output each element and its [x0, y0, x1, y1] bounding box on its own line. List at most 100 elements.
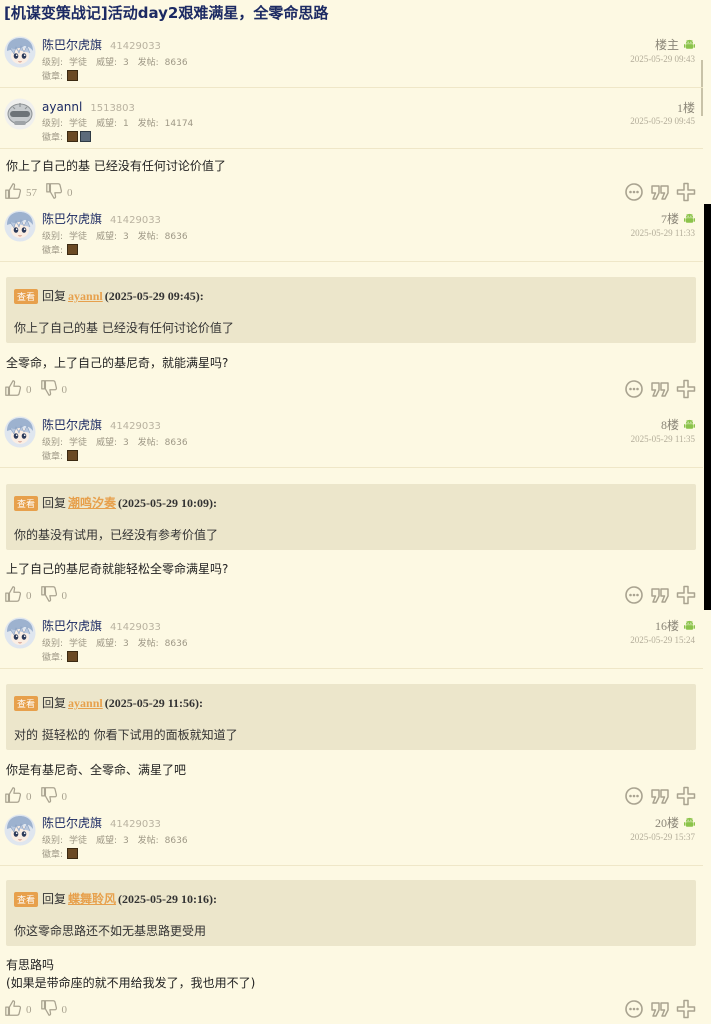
- post-actions: 57 0: [4, 182, 696, 202]
- quoted-user-link[interactable]: ayannl: [68, 696, 103, 710]
- thumbs-up-icon[interactable]: [4, 999, 22, 1017]
- floor-label: 1楼: [676, 101, 695, 115]
- user-avatar[interactable]: [4, 36, 36, 68]
- user-id: 41429033: [110, 622, 161, 633]
- quote-icon[interactable]: [650, 182, 670, 202]
- user-medals: 徽章:: [42, 650, 79, 663]
- user-stats: 级别: 学徒 威望: 1 发帖: 14174: [42, 119, 194, 129]
- post-floor-1: ayannl 1513803 级别: 学徒 威望: 1 发帖: 14174 徽章: 1楼…: [0, 90, 703, 149]
- add-icon[interactable]: [676, 182, 696, 202]
- medal-icon[interactable]: [67, 848, 79, 859]
- quoted-user-link[interactable]: 蝶舞聆风: [68, 892, 116, 906]
- floor-label: 7楼: [661, 210, 695, 227]
- quote-box: 查看 回复 ayannl (2025-05-29 11:56): 对的 挺轻松的 你看…: [6, 684, 696, 750]
- thumbs-down-icon[interactable]: [40, 379, 58, 397]
- floor-label: 20楼: [655, 814, 695, 831]
- thumbs-up-icon[interactable]: [4, 585, 22, 603]
- dislike-count: 0: [61, 590, 68, 602]
- thumbs-up-icon[interactable]: [4, 379, 22, 397]
- view-tag[interactable]: 查看: [14, 892, 39, 907]
- add-icon[interactable]: [676, 585, 696, 605]
- floor-label: 8楼: [661, 416, 695, 433]
- post-content: 你是有基尼奇、全零命、满星了吧: [6, 763, 187, 777]
- user-avatar[interactable]: [4, 814, 36, 846]
- more-icon[interactable]: [624, 999, 644, 1019]
- user-avatar[interactable]: [4, 416, 36, 448]
- add-icon[interactable]: [676, 999, 696, 1019]
- thumbs-down-icon[interactable]: [40, 786, 58, 804]
- user-stats: 级别: 学徒 威望: 3 发帖: 8636: [42, 232, 188, 242]
- post-floor-16: 陈巴尔虎旗 41429033 级别: 学徒 威望: 3 发帖: 8636 徽章: 16楼…: [0, 611, 703, 669]
- quote-box: 查看 回复 蝶舞聆风 (2025-05-29 10:16): 你这零命思路还不如无基思…: [6, 880, 696, 946]
- username[interactable]: 陈巴尔虎旗: [42, 418, 102, 432]
- more-icon[interactable]: [624, 585, 644, 605]
- username[interactable]: 陈巴尔虎旗: [42, 619, 102, 633]
- medal-icon[interactable]: [67, 131, 79, 142]
- quote-icon[interactable]: [650, 999, 670, 1019]
- user-stats: 级别: 学徒 威望: 3 发帖: 8636: [42, 836, 188, 846]
- user-medals: 徽章:: [42, 69, 79, 82]
- post-actions: 00: [4, 585, 696, 605]
- quote-time: (2025-05-29 10:09):: [118, 496, 218, 510]
- post-op: 陈巴尔虎旗 41429033 级别: 学徒 威望: 3 发帖: 8636 徽章: 楼主 …: [0, 30, 703, 88]
- thumbs-up-icon[interactable]: [4, 786, 22, 804]
- medal-icon[interactable]: [80, 131, 92, 142]
- add-icon[interactable]: [676, 786, 696, 806]
- user-avatar[interactable]: [4, 617, 36, 649]
- username[interactable]: ayannl: [42, 100, 82, 114]
- post-floor-7: 陈巴尔虎旗 41429033 级别: 学徒 威望: 3 发帖: 8636 徽章: 7楼 …: [0, 204, 703, 262]
- user-avatar[interactable]: [4, 210, 36, 242]
- post-content: 全零命，上了自己的基尼奇，就能满星吗?: [6, 356, 229, 370]
- android-icon: [684, 620, 695, 631]
- user-id: 41429033: [110, 41, 161, 52]
- dislike-count: 0: [61, 384, 68, 396]
- quote-time: (2025-05-29 10:16):: [118, 892, 218, 906]
- quote-icon[interactable]: [650, 786, 670, 806]
- more-icon[interactable]: [624, 182, 644, 202]
- medal-icon[interactable]: [67, 651, 79, 662]
- username[interactable]: 陈巴尔虎旗: [42, 38, 102, 52]
- post-content-line-2: (如果是带命座的就不用给我发了，我也用不了): [6, 976, 256, 990]
- scrollbar-thumb[interactable]: [704, 204, 711, 610]
- quote-icon[interactable]: [650, 379, 670, 399]
- view-tag[interactable]: 查看: [14, 289, 39, 304]
- post-time: 2025-05-29 15:24: [630, 635, 695, 645]
- post-actions: 00: [4, 999, 696, 1019]
- view-tag[interactable]: 查看: [14, 496, 39, 511]
- more-icon[interactable]: [624, 786, 644, 806]
- user-id: 41429033: [110, 421, 161, 432]
- thumbs-down-icon[interactable]: [45, 182, 63, 200]
- user-avatar[interactable]: [4, 98, 36, 130]
- android-icon: [684, 419, 695, 430]
- like-count: 0: [26, 1004, 32, 1016]
- like-count: 0: [26, 791, 32, 803]
- android-icon: [684, 213, 695, 224]
- username[interactable]: 陈巴尔虎旗: [42, 212, 102, 226]
- post-time: 2025-05-29 11:33: [630, 228, 695, 238]
- quote-text: 你的基没有试用，已经没有参考价值了: [14, 528, 219, 542]
- user-medals: 徽章:: [42, 243, 79, 256]
- post-content: 你上了自己的基 已经没有任何讨论价值了: [6, 159, 226, 173]
- post-header: ayannl 1513803 级别: 学徒 威望: 1 发帖: 14174 徽章: 1楼…: [0, 90, 703, 149]
- user-id: 41429033: [110, 215, 161, 226]
- thumbs-down-icon[interactable]: [40, 585, 58, 603]
- medal-icon[interactable]: [67, 244, 79, 255]
- like-count: 0: [26, 590, 32, 602]
- username[interactable]: 陈巴尔虎旗: [42, 816, 102, 830]
- user-stats: 级别: 学徒 威望: 3 发帖: 8636: [42, 438, 188, 448]
- more-icon[interactable]: [624, 379, 644, 399]
- thumbs-down-icon[interactable]: [40, 999, 58, 1017]
- post-time: 2025-05-29 11:35: [630, 434, 695, 444]
- quoted-user-link[interactable]: ayannl: [68, 289, 103, 303]
- quoted-user-link[interactable]: 潮鸣汐奏: [68, 496, 116, 510]
- quote-text: 你上了自己的基 已经没有任何讨论价值了: [14, 321, 234, 335]
- view-tag[interactable]: 查看: [14, 696, 39, 711]
- post-actions: 00: [4, 379, 696, 399]
- quote-icon[interactable]: [650, 585, 670, 605]
- thumbs-up-icon[interactable]: [4, 182, 22, 200]
- post-header: 陈巴尔虎旗 41429033 级别: 学徒 威望: 3 发帖: 8636 徽章: 楼主 …: [0, 30, 703, 88]
- medal-icon[interactable]: [67, 450, 79, 461]
- add-icon[interactable]: [676, 379, 696, 399]
- medal-icon[interactable]: [67, 70, 79, 81]
- like-count: 0: [26, 384, 32, 396]
